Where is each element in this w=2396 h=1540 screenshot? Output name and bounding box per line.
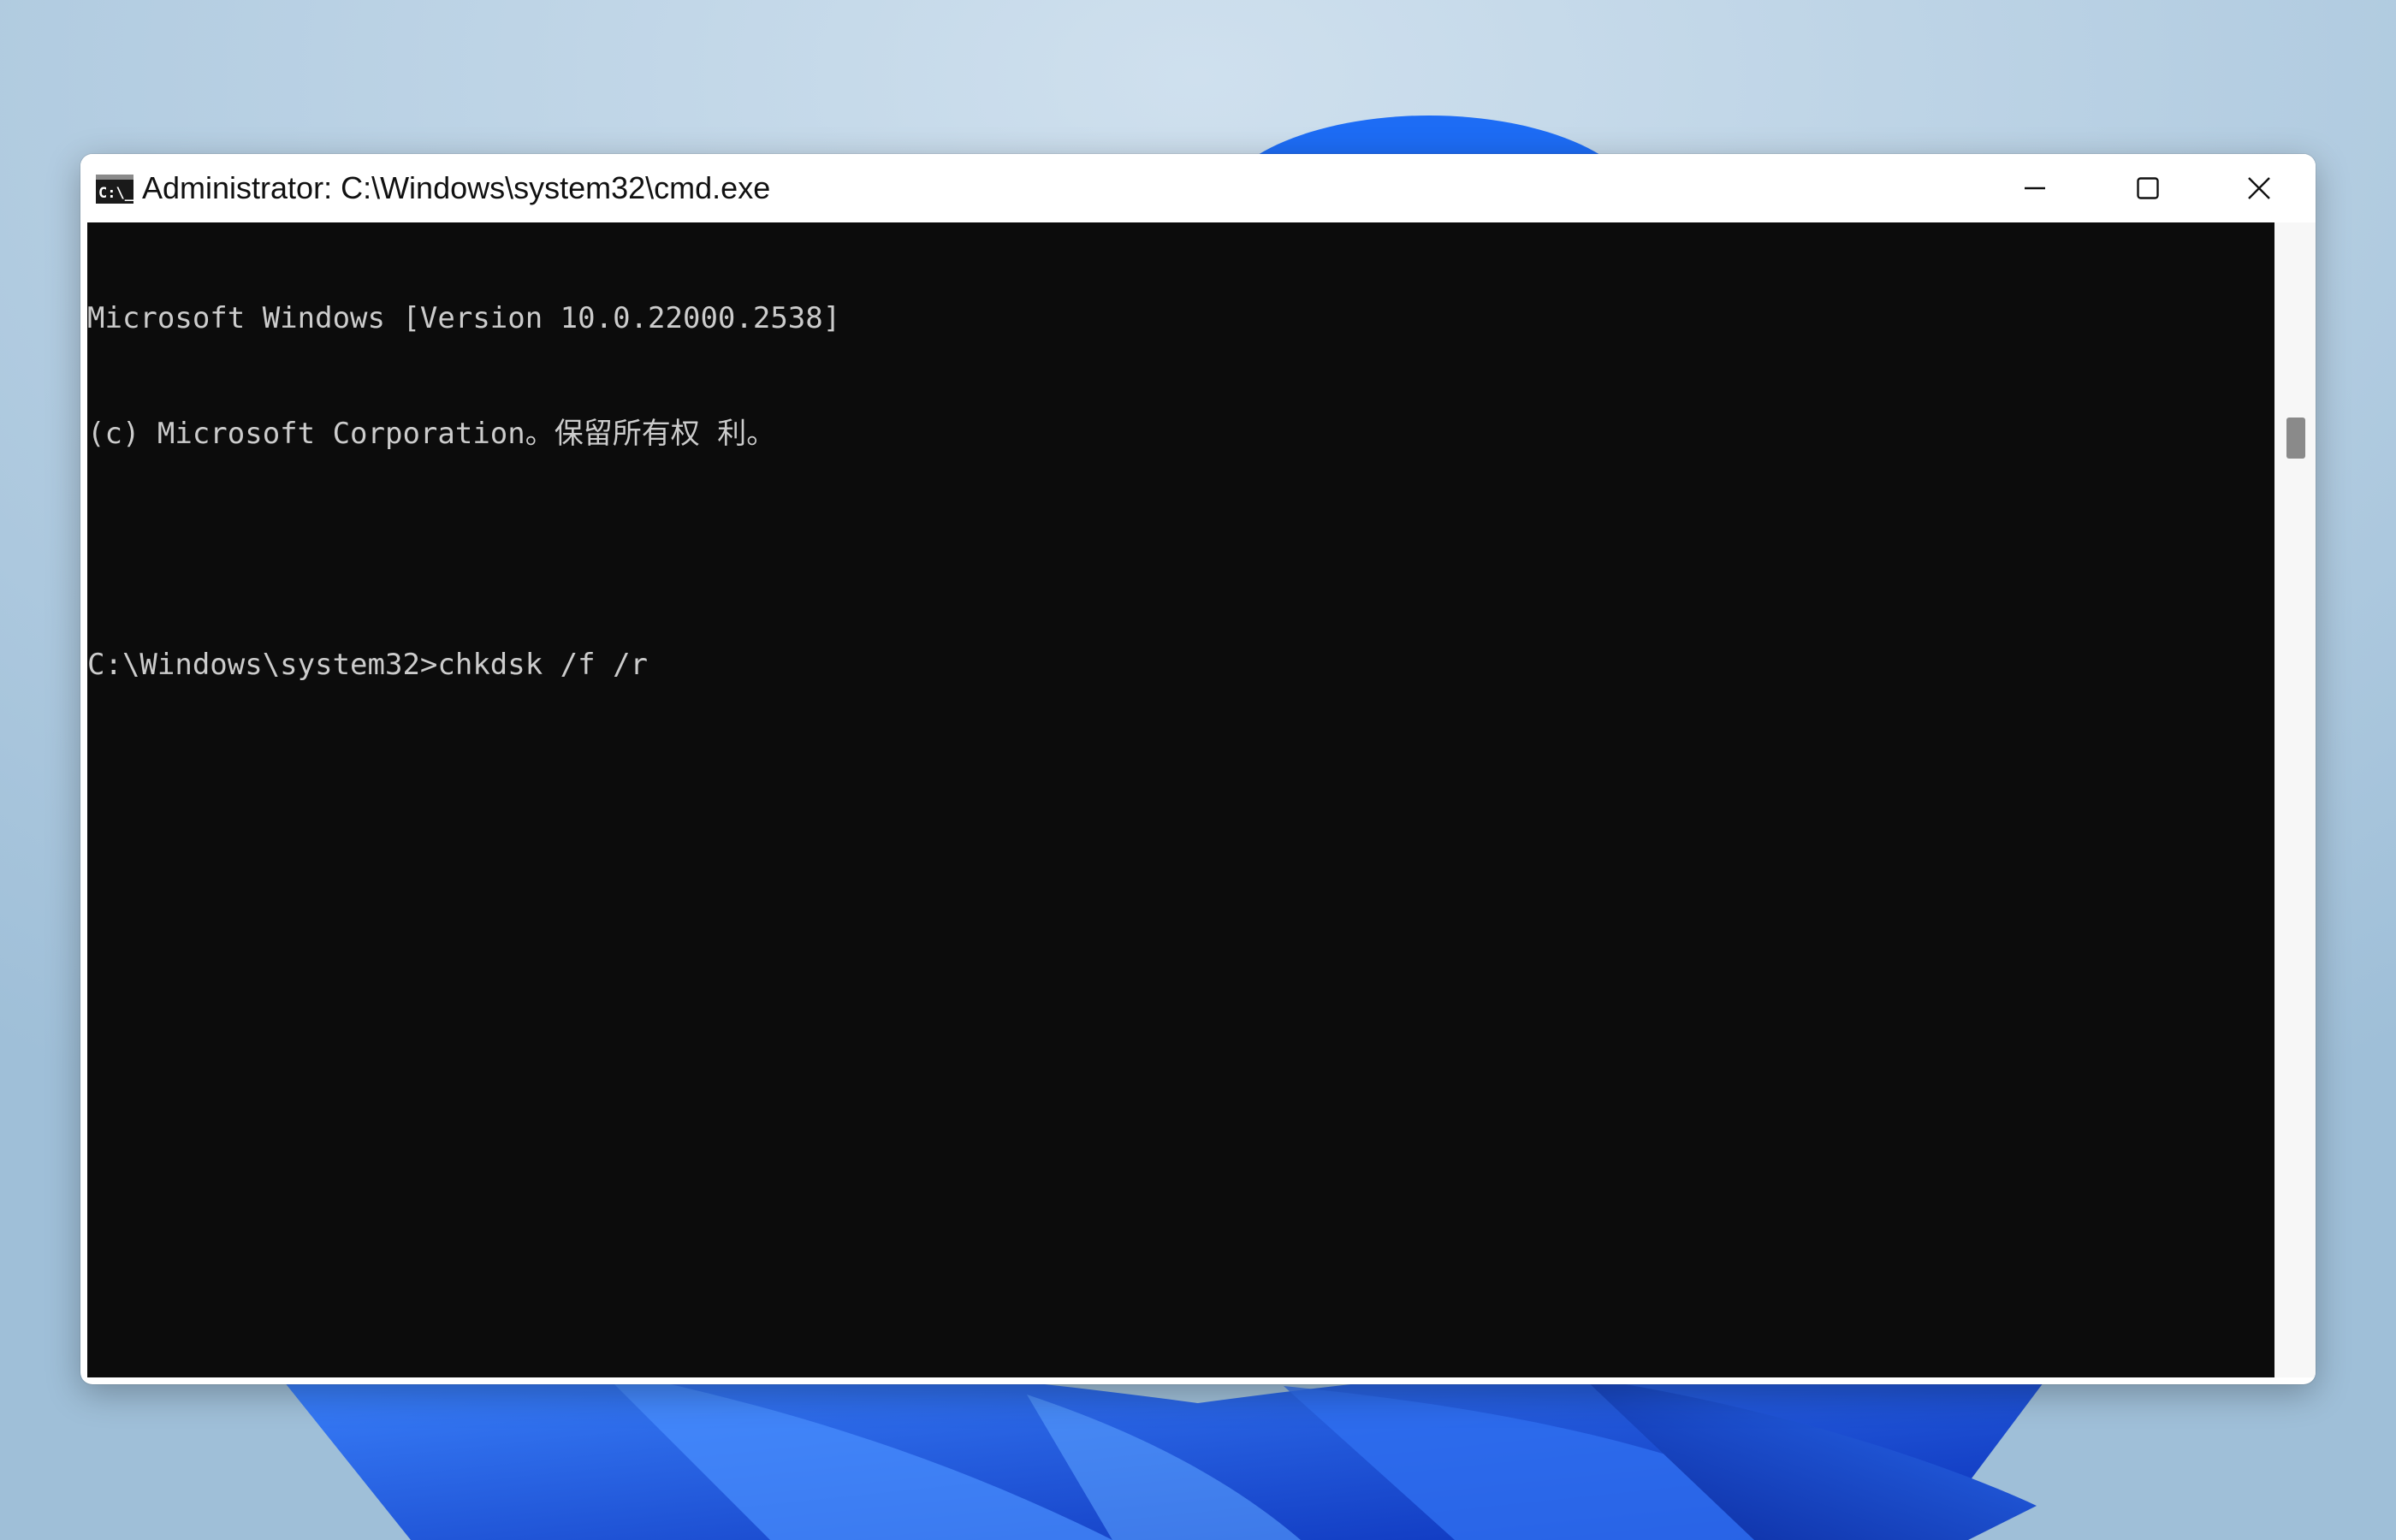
cmd-window: C:\_ Administrator: C:\Windows\system32\… <box>80 154 2316 1384</box>
minimize-button[interactable] <box>1978 154 2091 222</box>
console-output[interactable]: Microsoft Windows [Version 10.0.22000.25… <box>87 222 2274 1377</box>
svg-text:C:\_: C:\_ <box>98 185 133 202</box>
vertical-scrollbar[interactable] <box>2274 222 2316 1377</box>
close-icon <box>2248 177 2270 199</box>
console-line: (c) Microsoft Corporation。保留所有权 利。 <box>87 417 776 451</box>
console-line: Microsoft Windows [Version 10.0.22000.25… <box>87 301 841 335</box>
cmd-icon: C:\_ <box>96 175 133 204</box>
maximize-button[interactable] <box>2091 154 2204 222</box>
title-bar[interactable]: C:\_ Administrator: C:\Windows\system32\… <box>80 154 2316 222</box>
window-title: Administrator: C:\Windows\system32\cmd.e… <box>142 170 771 205</box>
console-text: Microsoft Windows [Version 10.0.22000.25… <box>87 222 840 761</box>
scrollbar-thumb[interactable] <box>2286 418 2305 459</box>
close-button[interactable] <box>2203 154 2316 222</box>
console-prompt-line: C:\Windows\system32>chkdsk /f /r <box>87 648 649 682</box>
minimize-icon <box>2025 187 2045 190</box>
maximize-icon <box>2137 177 2159 199</box>
